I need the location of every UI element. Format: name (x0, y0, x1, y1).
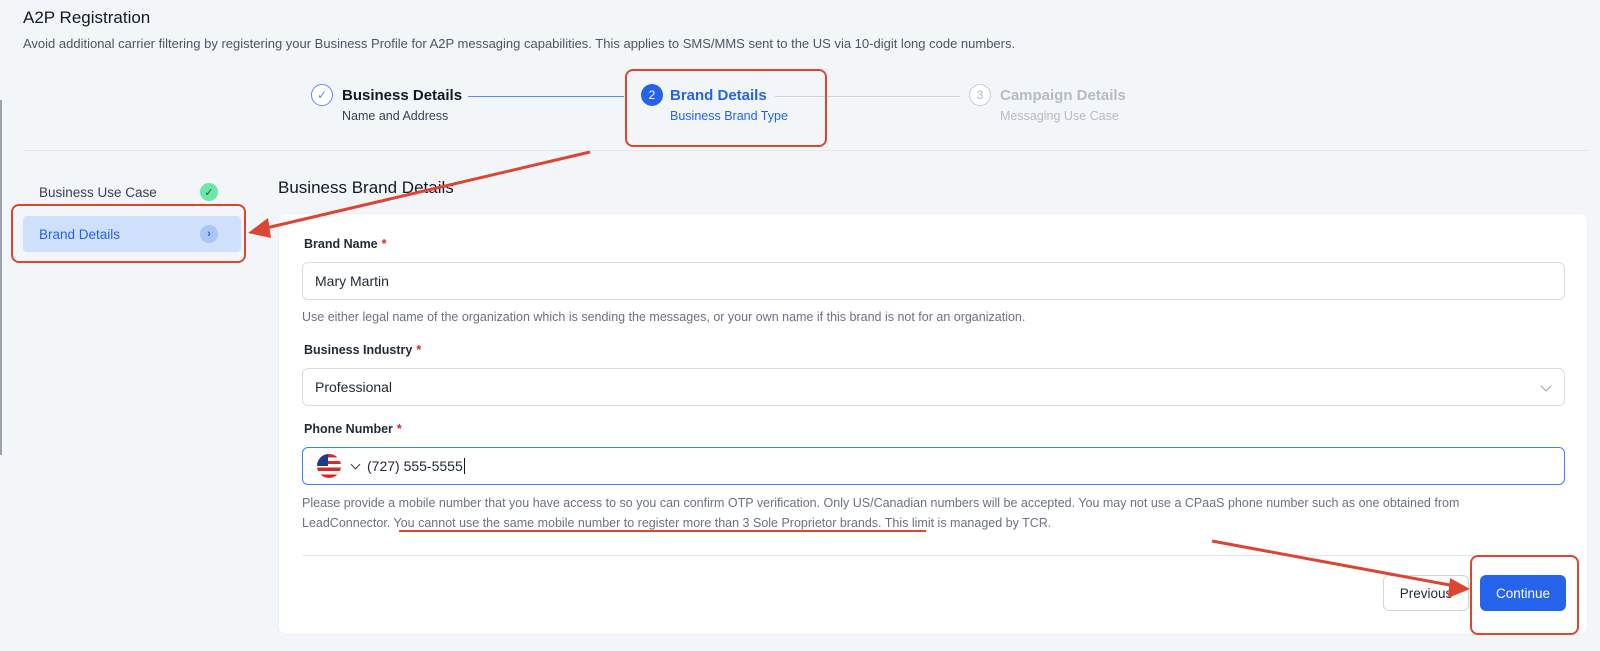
annotation-arrows (248, 150, 1470, 598)
annotation-arrow-line (261, 150, 591, 231)
app-root: A2P Registration Avoid additional carrie… (0, 0, 1600, 651)
annotation-arrowhead (248, 218, 271, 238)
annotation-arrow-line (1211, 539, 1456, 588)
annotation-arrowhead (1448, 578, 1470, 598)
